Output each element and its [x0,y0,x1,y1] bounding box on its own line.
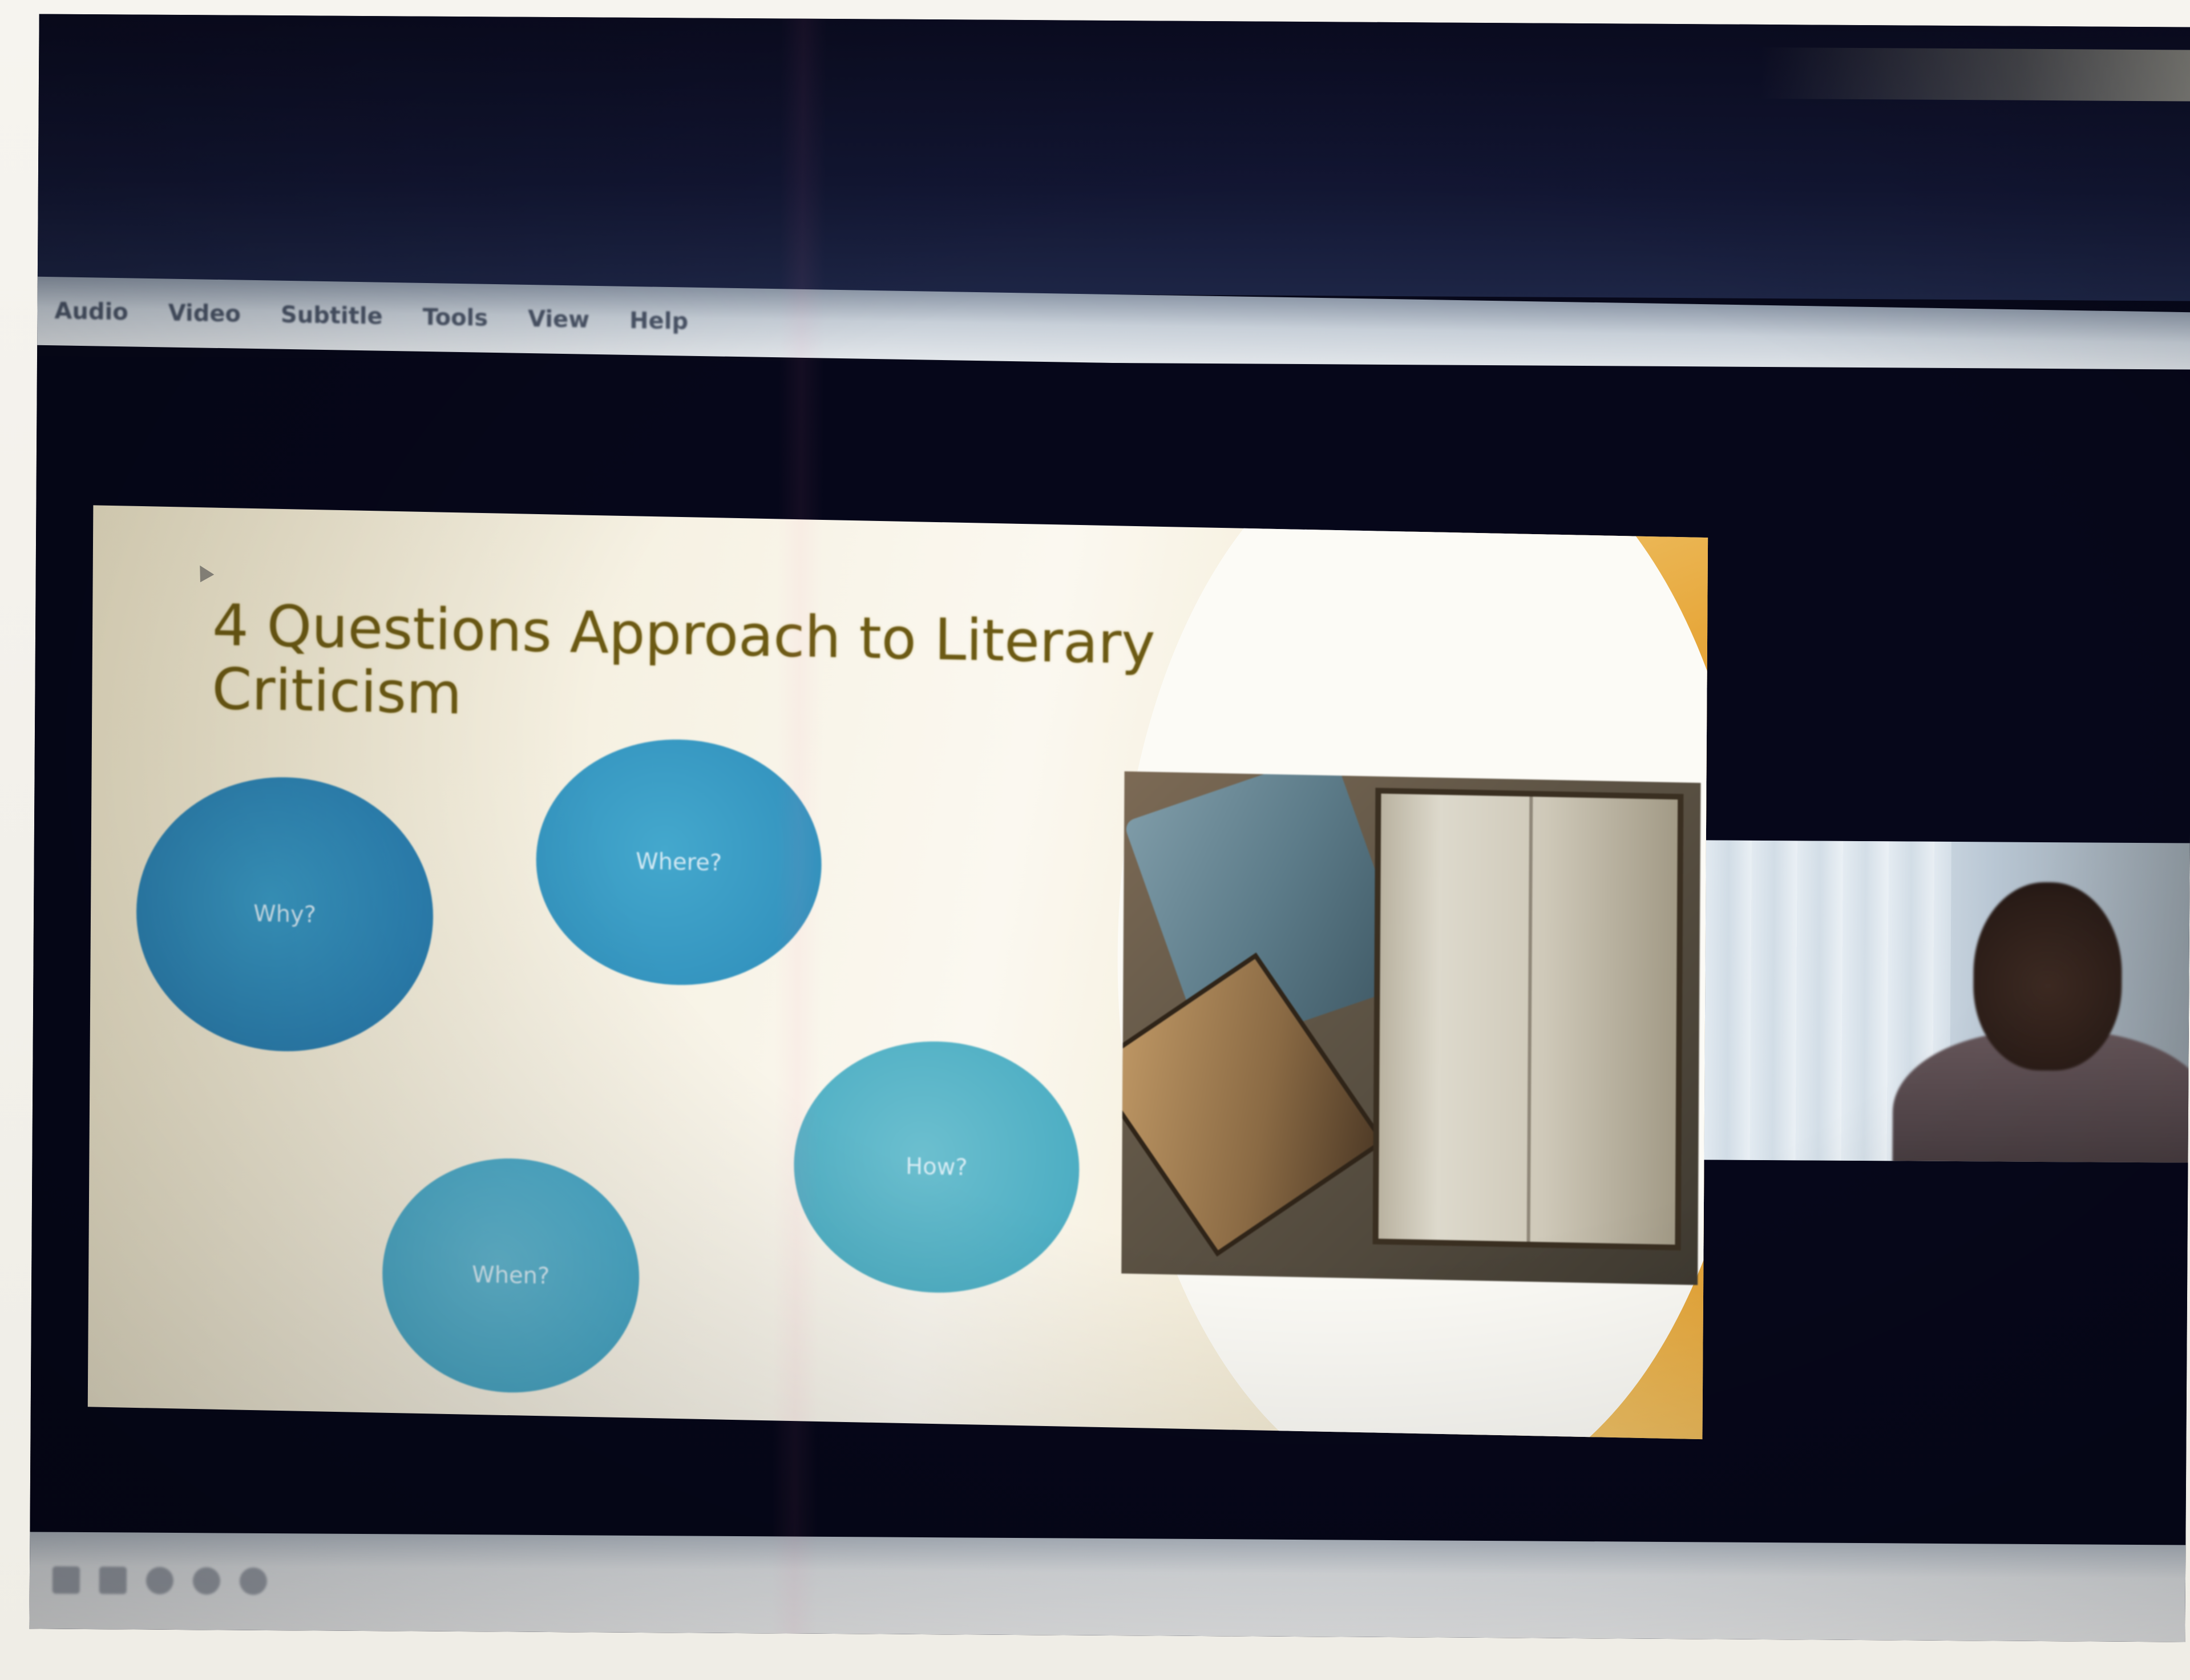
slide-title: 4 Questions Approach to Literary Critici… [212,592,1182,741]
question-circle-label: When? [472,1261,550,1290]
monitor-screen: Audio Video Subtitle Tools View Help 4 Q… [29,14,2190,1642]
menu-video[interactable]: Video [168,300,241,327]
photo-frame: Audio Video Subtitle Tools View Help 4 Q… [0,0,2190,1680]
next-icon[interactable] [192,1567,221,1595]
menu-subtitle[interactable]: Subtitle [281,302,383,330]
bottom-controls [52,1566,286,1596]
question-circle-how: How? [793,1039,1080,1296]
screen-glare [1760,47,2190,102]
video-area: 4 Questions Approach to Literary Critici… [29,356,2190,1642]
question-circle-where: Where? [535,736,822,988]
presentation-slide: 4 Questions Approach to Literary Critici… [87,505,1708,1440]
open-book-icon [1372,788,1684,1251]
question-circle-label: Where? [636,848,722,877]
previous-icon[interactable] [146,1566,174,1594]
participant-video-tile[interactable] [1704,840,2190,1163]
bottom-control-bar [29,1532,2186,1642]
menu-help[interactable]: Help [629,308,688,335]
question-circle-why: Why? [135,774,434,1055]
question-circle-label: How? [905,1153,968,1181]
books-and-glasses-photo [1121,771,1701,1285]
question-circle-when: When? [381,1156,640,1395]
play-icon[interactable] [52,1566,80,1594]
stop-icon[interactable] [99,1566,127,1594]
menu-tools[interactable]: Tools [423,304,488,332]
participant-head [1973,882,2123,1071]
settings-icon[interactable] [239,1567,268,1595]
mouse-cursor-icon [193,562,215,583]
question-circle-label: Why? [253,900,317,928]
menu-audio[interactable]: Audio [54,298,128,325]
menu-view[interactable]: View [528,306,589,333]
